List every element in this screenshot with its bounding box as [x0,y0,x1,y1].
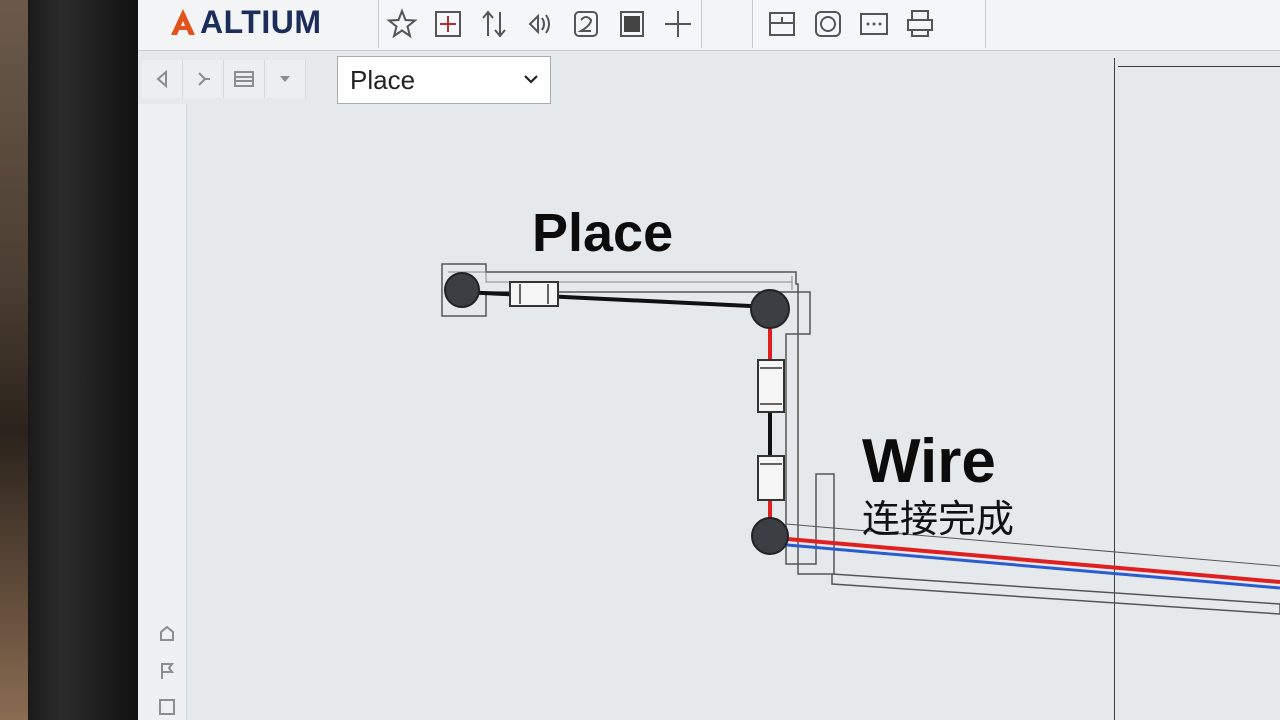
back-arrow-icon[interactable] [142,60,183,98]
dropdown-icon[interactable] [265,60,306,98]
resistor-vertical-2 [757,455,785,501]
toolbar-group-tools [752,0,986,48]
signal-icon[interactable] [521,5,559,43]
junction-node-corner [750,289,790,329]
pin-tool-icon[interactable] [183,60,224,98]
wire-label: Wire [862,427,996,496]
crosshair-plus-icon[interactable] [659,5,697,43]
resistor-horizontal [509,281,559,307]
junction-node-bottom [751,517,789,555]
monitor-bezel [28,0,140,720]
logo-text: ALTIUM [200,3,322,40]
home-icon[interactable] [156,622,178,644]
panel-icon[interactable] [156,696,178,718]
toolbar-group-drawing [378,0,702,48]
bus-icon[interactable] [763,5,801,43]
flag-icon[interactable] [156,660,178,682]
altium-logo: ALTIUM [168,2,321,42]
place-label: Place [532,203,674,263]
sheet-border-top [1118,66,1280,67]
chevron-down-icon [524,75,538,84]
printer-icon[interactable] [901,5,939,43]
more-icon[interactable] [855,5,893,43]
place-part-icon[interactable] [429,5,467,43]
schematic-drawing [441,263,1280,615]
sub-toolbar [138,52,1118,104]
sort-arrows-icon[interactable] [475,5,513,43]
left-panel-rail [138,104,187,720]
main-toolbar: ALTIUM [138,0,1280,51]
altium-logo-mark [171,9,195,35]
wire-horizontal [461,290,771,309]
connection-status-label: 连接完成 [862,499,1015,541]
wire-outline-inner [448,271,793,290]
list-icon[interactable] [224,60,265,98]
junction-node-left [444,272,480,308]
sheet-icon[interactable] [613,5,651,43]
wire-selection-outline [441,263,1280,615]
wire-blue-long [775,542,1280,590]
schematic-canvas[interactable]: Place Wire 连接完成 [186,58,1280,720]
mode-select[interactable]: Place [337,56,551,104]
altium-window: ALTIUM Place Place Wire 连接完成 [138,0,1280,720]
mode-select-value: Place [350,64,416,95]
circle-target-icon[interactable] [809,5,847,43]
port-icon[interactable] [567,5,605,43]
star-icon[interactable] [383,5,421,43]
